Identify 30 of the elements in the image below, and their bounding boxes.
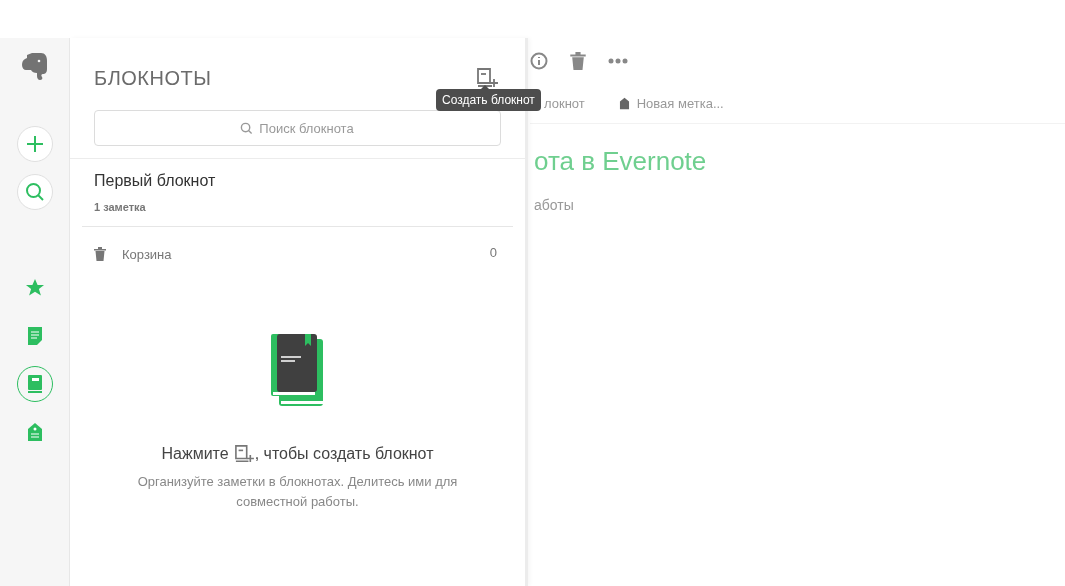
new-note-button[interactable] [16, 126, 53, 162]
note-icon [26, 326, 43, 346]
note-title: ота в Evernote [534, 145, 708, 178]
notebook-label: локнот [544, 94, 585, 113]
search-icon [24, 182, 45, 202]
trash-label[interactable]: Корзина [122, 244, 490, 264]
elephant-logo-icon [20, 52, 49, 82]
add-notebook-icon [232, 445, 255, 463]
search-field[interactable]: Поиск блокнота [94, 110, 501, 146]
info-icon [530, 52, 548, 70]
note-count: 1 заметка [94, 200, 147, 215]
empty-hint-text: Нажмите [161, 444, 229, 464]
tag-field: Новая метка... [636, 93, 724, 114]
add-notebook-icon [475, 68, 499, 88]
more-icon [608, 58, 628, 64]
trash-icon [94, 247, 106, 262]
trash-count: 0 [489, 243, 497, 262]
panel-title: БЛОКНОТЫ [94, 66, 212, 91]
search-button[interactable] [16, 174, 53, 210]
notebook-icon [25, 374, 44, 394]
note-body: аботы [534, 196, 575, 215]
tag-icon [26, 422, 43, 442]
star-icon [24, 278, 45, 298]
notebook-name[interactable]: Первый блокнот [94, 169, 501, 193]
plus-icon [24, 134, 45, 154]
search-icon [240, 122, 253, 135]
empty-description: Организуйте заметки в блокнотах. Делитесь ими для совместной работы. [136, 473, 459, 511]
tag-icon [618, 97, 630, 110]
empty-hint-text: , чтобы создать блокнот [254, 444, 434, 464]
trash-icon [570, 52, 586, 70]
